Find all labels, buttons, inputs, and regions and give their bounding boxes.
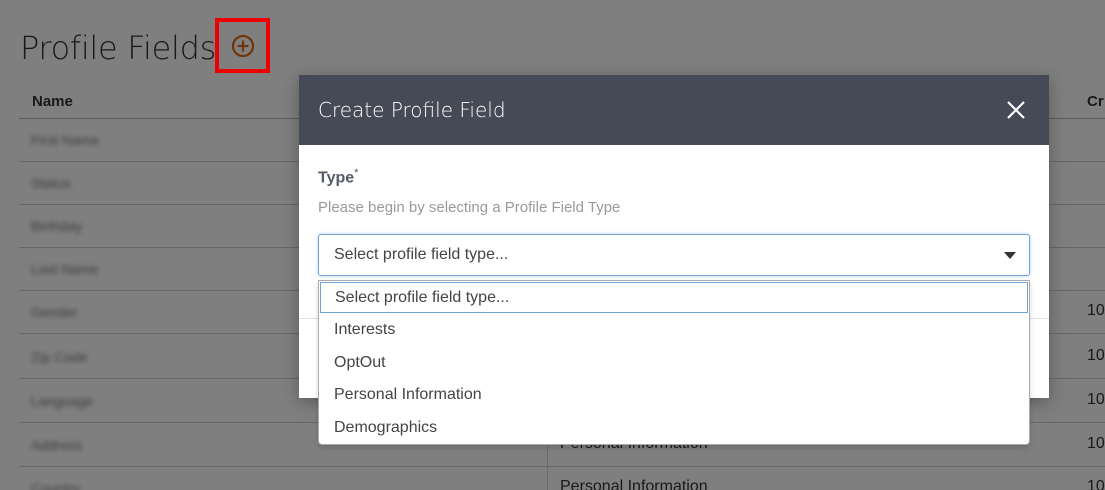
profile-field-type-options: Select profile field type... Interests O… (318, 280, 1030, 445)
chevron-down-icon (1004, 252, 1016, 259)
type-help-text: Please begin by selecting a Profile Fiel… (318, 199, 621, 217)
type-label-text: Type (318, 169, 355, 187)
type-field-label: Type* (318, 167, 1030, 187)
option-optout[interactable]: OptOut (319, 347, 1029, 380)
close-icon (1007, 101, 1025, 119)
dialog-title: Create Profile Field (318, 98, 506, 122)
option-interests[interactable]: Interests (319, 314, 1029, 347)
dialog-header: Create Profile Field (299, 75, 1049, 145)
option-demographics[interactable]: Demographics (319, 412, 1029, 445)
dialog-body: Type* Please begin by selecting a Profil… (299, 145, 1049, 276)
required-mark: * (354, 167, 359, 179)
option-personal-information[interactable]: Personal Information (319, 379, 1029, 412)
option-placeholder[interactable]: Select profile field type... (320, 282, 1028, 313)
profile-field-type-select[interactable]: Select profile field type... (318, 234, 1030, 276)
select-current-value: Select profile field type... (334, 246, 509, 263)
close-button[interactable] (1005, 99, 1027, 121)
